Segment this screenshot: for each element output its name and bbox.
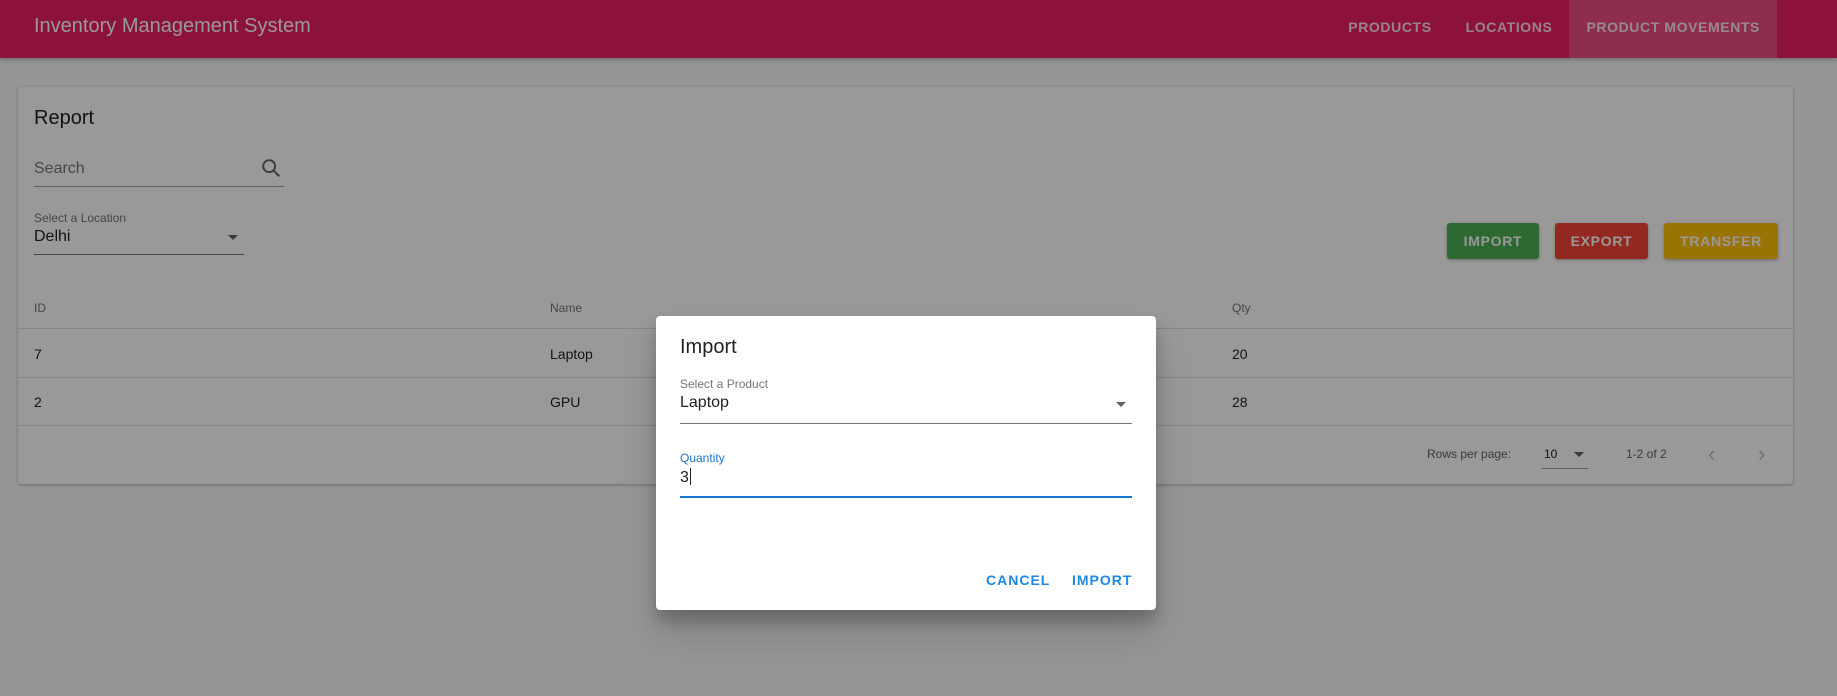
dropdown-arrow-icon xyxy=(1116,402,1126,407)
dialog-import-button[interactable]: IMPORT xyxy=(1072,572,1132,588)
quantity-value: 3 xyxy=(680,469,689,486)
product-label: Select a Product xyxy=(680,377,769,391)
product-select[interactable]: Select a Product Laptop xyxy=(680,377,1132,424)
dialog-title: Import xyxy=(680,336,737,358)
quantity-field[interactable]: Quantity 3 xyxy=(680,451,1132,498)
import-dialog: Import Select a Product Laptop Quantity … xyxy=(656,316,1156,610)
product-value: Laptop xyxy=(680,394,729,411)
cancel-button[interactable]: CANCEL xyxy=(986,572,1050,588)
quantity-label: Quantity xyxy=(680,451,725,465)
text-cursor xyxy=(689,468,691,485)
quantity-input-value[interactable]: 3 xyxy=(680,468,691,487)
